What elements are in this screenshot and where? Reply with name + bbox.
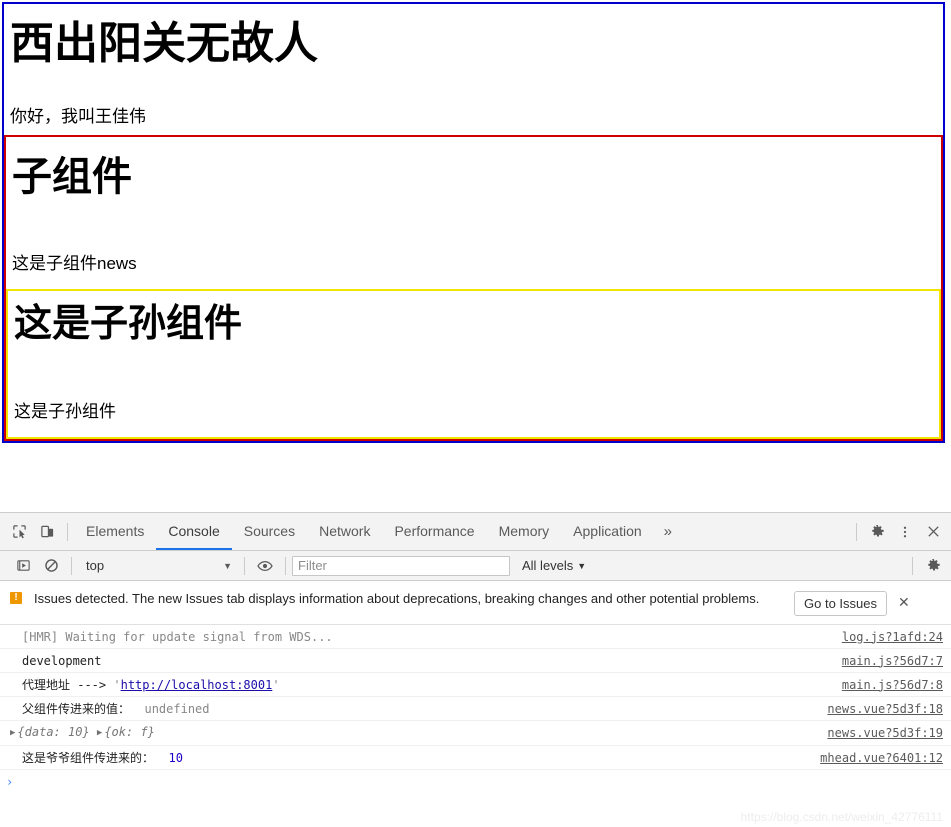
child-heading: 子组件 xyxy=(12,155,132,199)
grandchild-component-container: 这是子孙组件 这是子孙组件 xyxy=(6,289,941,439)
console-row[interactable]: 代理地址 ---> 'http://localhost:8001' main.j… xyxy=(0,673,951,697)
console-message-text: 代理地址 ---> 'http://localhost:8001' xyxy=(0,676,832,694)
console-message-prefix: 代理地址 ---> xyxy=(22,677,114,692)
app-subtitle: 你好，我叫王佳伟 xyxy=(10,107,146,126)
tab-application[interactable]: Application xyxy=(561,513,654,550)
more-tabs-icon[interactable]: » xyxy=(654,513,682,550)
devtools-tabbar: Elements Console Sources Network Perform… xyxy=(0,513,951,551)
go-to-issues-button[interactable]: Go to Issues xyxy=(794,591,887,616)
console-object-preview[interactable]: {data: 10} xyxy=(17,725,89,739)
tab-network[interactable]: Network xyxy=(307,513,382,550)
console-prompt-caret: › xyxy=(6,775,14,789)
web-page-viewport: 西出阳关无故人 你好，我叫王佳伟 子组件 这是子组件news 这是子孙组件 这是… xyxy=(0,0,951,512)
inspect-element-icon[interactable] xyxy=(5,519,33,545)
console-source-link[interactable]: mhead.vue?6401:12 xyxy=(810,751,943,765)
console-url-link[interactable]: http://localhost:8001 xyxy=(121,678,273,692)
console-filter-bar: top ▼ All levels ▼ xyxy=(0,551,951,581)
more-vertical-icon[interactable] xyxy=(891,519,919,545)
tab-memory[interactable]: Memory xyxy=(487,513,562,550)
tab-elements[interactable]: Elements xyxy=(74,513,156,550)
console-quote-close: ' xyxy=(272,677,280,692)
child-subtitle: 这是子组件news xyxy=(12,254,137,273)
console-object-preview-2[interactable]: {ok: f} xyxy=(104,725,155,739)
issues-close-icon[interactable]: ✕ xyxy=(895,594,913,611)
console-source-link[interactable]: main.js?56d7:7 xyxy=(832,654,943,668)
clear-console-icon[interactable] xyxy=(37,553,65,579)
screenshot-root: 西出阳关无故人 你好，我叫王佳伟 子组件 这是子组件news 这是子孙组件 这是… xyxy=(0,0,951,827)
filter-divider-1 xyxy=(71,556,72,575)
chevron-down-icon: ▼ xyxy=(223,560,232,571)
console-message-text: [HMR] Waiting for update signal from WDS… xyxy=(22,629,333,644)
console-message-prefix: 这是爷爷组件传进来的： xyxy=(22,750,155,765)
expand-triangle-icon[interactable]: ▶ xyxy=(10,724,15,742)
console-message-prefix: 父组件传进来的值： xyxy=(22,701,131,716)
chevron-down-icon-levels: ▼ xyxy=(577,560,587,571)
eye-icon[interactable] xyxy=(251,553,279,579)
console-source-link[interactable]: log.js?1afd:24 xyxy=(832,630,943,644)
devtools-tablist: Elements Console Sources Network Perform… xyxy=(74,513,850,550)
devtools-toolbar-right xyxy=(850,519,951,545)
console-message-text: development xyxy=(22,653,102,668)
console-source-link[interactable]: main.js?56d7:8 xyxy=(832,678,943,692)
console-row[interactable]: 父组件传进来的值： undefined news.vue?5d3f:18 xyxy=(0,697,951,721)
console-message-list: [HMR] Waiting for update signal from WDS… xyxy=(0,625,951,770)
devtools-panel: Elements Console Sources Network Perform… xyxy=(0,512,951,827)
console-source-link[interactable]: news.vue?5d3f:18 xyxy=(817,702,943,716)
expand-triangle-icon-2[interactable]: ▶ xyxy=(97,724,102,742)
console-quote-open: ' xyxy=(113,677,121,692)
child-component-container: 子组件 这是子组件news 这是子孙组件 这是子孙组件 xyxy=(4,135,943,441)
tab-sources[interactable]: Sources xyxy=(232,513,307,550)
grandchild-heading: 这是子孙组件 xyxy=(14,303,243,345)
app-heading: 西出阳关无故人 xyxy=(10,19,318,68)
issues-banner: ! Issues detected. The new Issues tab di… xyxy=(0,581,951,625)
console-value: 10 xyxy=(168,750,183,765)
device-toolbar-icon[interactable] xyxy=(33,519,61,545)
console-row[interactable]: development main.js?56d7:7 xyxy=(0,649,951,673)
console-row[interactable]: 这是爷爷组件传进来的： 10 mhead.vue?6401:12 xyxy=(0,746,951,770)
filter-divider-3 xyxy=(285,556,286,575)
console-settings-group xyxy=(906,553,947,579)
toolbar-divider-right xyxy=(856,522,857,541)
console-message-text: 这是爷爷组件传进来的： 10 xyxy=(0,749,810,767)
console-row[interactable]: ▶ {data: 10} ▶ {ok: f} news.vue?5d3f:19 xyxy=(0,721,951,746)
issues-message: Issues detected. The new Issues tab disp… xyxy=(34,591,760,606)
toolbar-divider xyxy=(67,522,68,541)
console-message-text: ▶ {data: 10} ▶ {ok: f} xyxy=(0,723,817,743)
tab-console[interactable]: Console xyxy=(156,513,232,550)
console-filter-input[interactable] xyxy=(292,555,510,576)
tab-performance[interactable]: Performance xyxy=(382,513,486,550)
warning-icon: ! xyxy=(10,592,22,604)
console-prompt-row[interactable]: › xyxy=(0,770,951,794)
log-level-label: All levels xyxy=(522,558,574,573)
console-row[interactable]: [HMR] Waiting for update signal from WDS… xyxy=(0,625,951,649)
console-settings-gear-icon[interactable] xyxy=(919,553,947,579)
grandchild-subtitle: 这是子孙组件 xyxy=(14,402,116,421)
console-message-text: 父组件传进来的值： undefined xyxy=(0,700,817,718)
filter-divider-2 xyxy=(244,556,245,575)
console-source-link[interactable]: news.vue?5d3f:19 xyxy=(817,726,943,740)
execution-context-selector[interactable]: top ▼ xyxy=(78,555,238,576)
execution-context-label: top xyxy=(86,558,105,573)
close-icon[interactable] xyxy=(919,519,947,545)
app-component-container: 西出阳关无故人 你好，我叫王佳伟 子组件 这是子组件news 这是子孙组件 这是… xyxy=(2,2,945,443)
console-value: undefined xyxy=(144,701,210,716)
filter-divider-4 xyxy=(912,556,913,575)
execute-icon[interactable] xyxy=(9,553,37,579)
log-level-selector[interactable]: All levels ▼ xyxy=(522,558,586,573)
gear-icon[interactable] xyxy=(863,519,891,545)
watermark: https://blog.csdn.net/weixin_42776111 xyxy=(740,810,943,824)
